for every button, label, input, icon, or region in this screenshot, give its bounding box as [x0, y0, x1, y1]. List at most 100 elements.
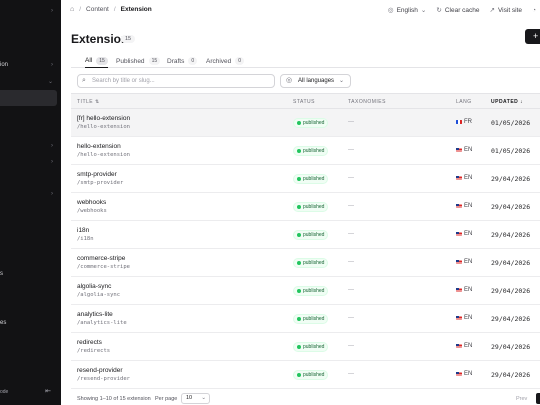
prev-page-button[interactable]: Prev	[516, 396, 527, 402]
column-header-title[interactable]: TITLE ⇅	[77, 99, 100, 105]
status-badge: published	[293, 258, 329, 268]
flag-en-icon	[456, 204, 462, 208]
chevron-down-icon: ⌄	[338, 78, 344, 84]
flag-en-icon	[456, 316, 462, 320]
status-label: published	[303, 232, 325, 238]
collapse-sidebar-icon[interactable]: ⇤	[45, 387, 51, 395]
status-label: published	[303, 316, 325, 322]
language-code: EN	[464, 371, 473, 377]
sidebar-item[interactable]: ›	[0, 155, 61, 169]
language-filter-value: All languages	[298, 78, 335, 84]
row-title[interactable]: hello-extension	[77, 143, 121, 150]
tab-all[interactable]: All 15	[85, 54, 108, 68]
status-label: published	[303, 120, 325, 126]
status-dot-icon	[297, 205, 301, 209]
sidebar-item[interactable]: ion ›	[0, 58, 61, 72]
search-input[interactable]: ⌕ Search by title or slug...	[77, 74, 275, 88]
table-row[interactable]: commerce-stripe/commerce-stripe published…	[71, 249, 540, 277]
status-label: published	[303, 148, 325, 154]
tab-archived[interactable]: Archived 0	[206, 54, 245, 68]
sidebar-item[interactable]: ›	[0, 4, 61, 18]
chevron-right-icon: ›	[51, 62, 53, 68]
home-icon[interactable]: ⌂	[70, 6, 74, 13]
sidebar-item[interactable]: s	[0, 267, 61, 281]
row-title[interactable]: smtp-provider	[77, 171, 117, 178]
language-label: English	[396, 6, 418, 14]
sidebar-item[interactable]: ›	[0, 139, 61, 153]
status-label: published	[303, 288, 325, 294]
status-label: published	[303, 372, 325, 378]
breadcrumb-item-content[interactable]: Content	[86, 6, 109, 13]
add-new-button[interactable]: +	[525, 29, 540, 44]
table-row[interactable]: smtp-provider/smtp-provider published — EN 2…	[71, 165, 540, 193]
pagination-footer: Showing 1–10 of 15 extension Per page 10…	[71, 393, 540, 405]
row-slug: /algolia-sync	[77, 292, 121, 298]
row-title[interactable]: webhooks	[77, 199, 106, 206]
status-dot-icon	[297, 233, 301, 237]
breadcrumb-separator: /	[79, 6, 82, 13]
row-updated-date: 29/04/2026	[491, 343, 531, 351]
breadcrumb-separator: /	[113, 6, 116, 13]
row-title[interactable]: redirects	[77, 339, 102, 346]
language-code: EN	[464, 175, 473, 181]
notifications-icon[interactable]: ◔	[532, 7, 536, 14]
chevron-right-icon: ›	[51, 191, 53, 197]
status-label: published	[303, 204, 325, 210]
globe-icon: ◎	[286, 77, 293, 84]
row-updated-date: 29/04/2026	[491, 231, 531, 239]
status-label: published	[303, 260, 325, 266]
table-row[interactable]: i18n/i18n published — EN 29/04/2026	[71, 221, 540, 249]
clear-cache-button[interactable]: ↻ Clear cache	[436, 6, 479, 15]
row-slug: /i18n	[77, 236, 94, 242]
tab-label: Archived	[206, 57, 232, 65]
row-title[interactable]: analytics-lite	[77, 311, 113, 318]
row-title[interactable]: algolia-sync	[77, 283, 111, 290]
sidebar-item[interactable]: ⌄	[0, 74, 61, 88]
sidebar-item[interactable]: ›	[0, 187, 61, 201]
table-row[interactable]: [fr] hello-extension/hello-extension publ…	[71, 109, 540, 137]
row-slug: /hello-extension	[77, 152, 130, 158]
table-row[interactable]: hello-extension/hello-extension published…	[71, 137, 540, 165]
table-row[interactable]: webhooks/webhooks published — EN 29/04/2026	[71, 193, 540, 221]
sidebar-item-label: s	[0, 271, 3, 277]
per-page-select[interactable]: 10 ⌄	[181, 393, 210, 404]
row-updated-date: 01/05/2026	[491, 119, 531, 127]
row-updated-date: 01/05/2026	[491, 147, 531, 155]
language-code: EN	[464, 315, 473, 321]
language-code: EN	[464, 147, 473, 153]
language-switcher[interactable]: ◎ English ⌄	[388, 6, 426, 15]
top-actions: ◎ English ⌄ ↻ Clear cache ↗ Visit site ◔	[388, 6, 536, 15]
sidebar-item-active[interactable]	[0, 90, 57, 106]
table-row[interactable]: analytics-lite/analytics-lite published — E…	[71, 305, 540, 333]
row-title[interactable]: [fr] hello-extension	[77, 115, 130, 122]
language-code: EN	[464, 203, 473, 209]
row-title[interactable]: commerce-stripe	[77, 255, 125, 262]
status-dot-icon	[297, 289, 301, 293]
row-language: EN	[456, 259, 472, 265]
flag-en-icon	[456, 232, 462, 236]
next-page-button[interactable]	[536, 393, 540, 404]
table-row[interactable]: resend-provider/resend-provider published…	[71, 361, 540, 389]
status-dot-icon	[297, 177, 301, 181]
row-taxonomies: —	[348, 315, 354, 321]
visit-site-button[interactable]: ↗ Visit site	[490, 6, 523, 15]
table-row[interactable]: redirects/redirects published — EN 29/04/202…	[71, 333, 540, 361]
row-title[interactable]: i18n	[77, 227, 89, 234]
status-dot-icon	[297, 121, 301, 125]
sidebar-item[interactable]: es	[0, 316, 61, 330]
row-title[interactable]: resend-provider	[77, 367, 123, 374]
chevron-down-icon: ⌄	[47, 78, 53, 85]
flag-fr-icon	[456, 120, 462, 124]
tab-published[interactable]: Published 15	[116, 54, 161, 68]
column-header-status: STATUS	[293, 99, 315, 105]
status-badge: published	[293, 118, 329, 128]
column-header-updated[interactable]: UPDATED ↓	[491, 99, 523, 105]
status-badge: published	[293, 230, 329, 240]
language-code: FR	[464, 119, 472, 125]
row-updated-date: 29/04/2026	[491, 287, 531, 295]
chevron-down-icon: ⌄	[201, 395, 206, 401]
tab-drafts[interactable]: Drafts 0	[167, 54, 198, 68]
topbar: ⌂ / Content / Extension ◎ English ⌄ ↻ Cl…	[61, 0, 540, 20]
table-row[interactable]: algolia-sync/algolia-sync published — EN 29/…	[71, 277, 540, 305]
language-filter-select[interactable]: ◎ All languages ⌄	[280, 74, 351, 88]
